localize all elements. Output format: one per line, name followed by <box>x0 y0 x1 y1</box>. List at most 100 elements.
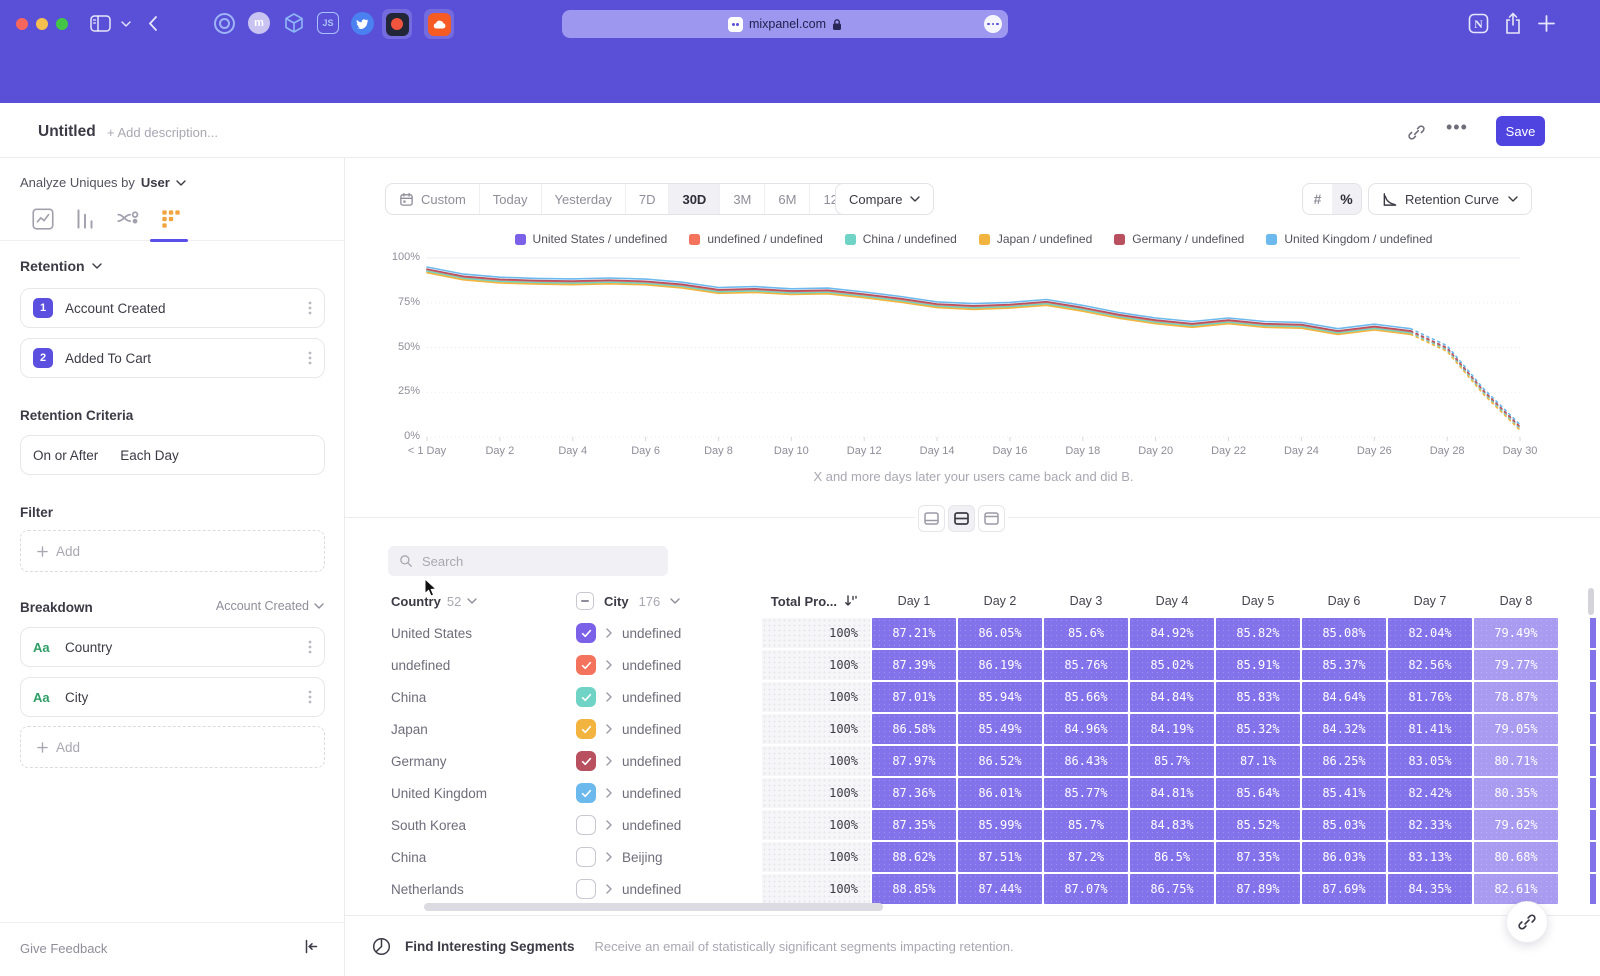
range-yesterday[interactable]: Yesterday <box>542 184 626 214</box>
kebab-menu-icon[interactable] <box>308 301 312 315</box>
total-column-header[interactable]: Total Pro... <box>762 586 870 616</box>
day-column-header[interactable]: Day 8 <box>1474 594 1558 608</box>
city-cell[interactable]: undefined <box>622 882 681 897</box>
day-cell[interactable]: 82.42% <box>1388 778 1472 808</box>
chevron-right-icon[interactable] <box>606 724 612 734</box>
close-window-button[interactable] <box>16 18 28 30</box>
legend-item[interactable]: United Kingdom / undefined <box>1266 232 1432 246</box>
day-cell[interactable]: 85.03% <box>1302 810 1386 840</box>
day-cell[interactable]: 85.77% <box>1044 778 1128 808</box>
country-cell[interactable]: United States <box>370 626 560 641</box>
day-cell[interactable]: 87.07% <box>1044 874 1128 904</box>
day-cell[interactable]: 87.44% <box>958 874 1042 904</box>
legend-item[interactable]: undefined / undefined <box>689 232 822 246</box>
day-cell[interactable]: 85.49% <box>958 714 1042 744</box>
retention-criteria-card[interactable]: On or After Each Day <box>20 435 325 475</box>
segment-checkbox[interactable] <box>576 847 596 867</box>
day-cell[interactable]: 85.83% <box>1216 682 1300 712</box>
day-cell[interactable]: 85.64% <box>1216 778 1300 808</box>
day-cell[interactable]: 83.13% <box>1388 842 1472 872</box>
segment-checkbox[interactable] <box>576 751 596 771</box>
day-cell[interactable]: 85.32% <box>1216 714 1300 744</box>
retention-section-header[interactable]: Retention <box>20 258 102 274</box>
kebab-menu-icon[interactable] <box>308 690 312 704</box>
day-cell[interactable]: 86.52% <box>958 746 1042 776</box>
day-cell[interactable]: 80.35% <box>1474 778 1558 808</box>
day-cell[interactable]: 84.83% <box>1130 810 1214 840</box>
breakdown-card-country[interactable]: Aa Country <box>20 627 325 667</box>
tab-insights-icon[interactable] <box>30 206 56 232</box>
day-cell[interactable]: 86.25% <box>1302 746 1386 776</box>
report-description-placeholder[interactable]: + Add description... <box>107 125 218 140</box>
day-cell[interactable]: 86.43% <box>1044 746 1128 776</box>
city-cell[interactable]: undefined <box>622 658 681 673</box>
day-cell[interactable]: 86.03% <box>1302 842 1386 872</box>
city-cell[interactable]: Beijing <box>622 850 663 865</box>
segment-checkbox[interactable] <box>576 623 596 643</box>
chevron-right-icon[interactable] <box>606 788 612 798</box>
country-cell[interactable]: Japan <box>370 722 560 737</box>
chevron-right-icon[interactable] <box>606 884 612 894</box>
day-cell[interactable]: 87.35% <box>1216 842 1300 872</box>
city-cell[interactable]: undefined <box>622 754 681 769</box>
day-cell[interactable]: 82.33% <box>1388 810 1472 840</box>
new-tab-icon[interactable] <box>1537 14 1556 33</box>
zoom-window-button[interactable] <box>56 18 68 30</box>
day-cell[interactable]: 82.56% <box>1388 650 1472 680</box>
day-cell[interactable]: 79.49% <box>1474 618 1558 648</box>
country-column-header[interactable]: Country52 <box>370 594 560 609</box>
day-cell[interactable]: 88.62% <box>872 842 956 872</box>
table-search-input[interactable] <box>422 554 642 569</box>
table-search[interactable] <box>388 546 668 576</box>
day-cell[interactable]: 87.36% <box>872 778 956 808</box>
day-cell[interactable]: 81.76% <box>1388 682 1472 712</box>
day-cell[interactable]: 86.5% <box>1130 842 1214 872</box>
sidebar-toggle-icon[interactable] <box>90 15 111 32</box>
back-icon[interactable] <box>148 15 158 32</box>
add-filter-button[interactable]: Add <box>20 530 325 572</box>
day-cell[interactable]: 85.02% <box>1130 650 1214 680</box>
range-7d[interactable]: 7D <box>626 184 670 214</box>
absolute-numbers-toggle[interactable]: # <box>1303 184 1332 214</box>
day-cell[interactable]: 85.41% <box>1302 778 1386 808</box>
chevron-right-icon[interactable] <box>606 756 612 766</box>
red-dot-extension-icon[interactable] <box>382 9 412 39</box>
day-cell[interactable]: 86.01% <box>958 778 1042 808</box>
day-column-header[interactable]: Day 7 <box>1388 594 1472 608</box>
vertical-scrollbar[interactable] <box>1588 588 1594 615</box>
breakdown-property-name[interactable]: City <box>65 690 296 705</box>
copy-link-icon[interactable] <box>1408 124 1425 141</box>
legend-item[interactable]: China / undefined <box>845 232 957 246</box>
chevron-right-icon[interactable] <box>606 660 612 670</box>
analyze-entity-select[interactable]: User <box>141 175 170 190</box>
day-cell[interactable]: 87.1% <box>1216 746 1300 776</box>
day-cell[interactable]: 80.71% <box>1474 746 1558 776</box>
kebab-menu-icon[interactable] <box>308 640 312 654</box>
day-cell[interactable]: 85.76% <box>1044 650 1128 680</box>
range-3m[interactable]: 3M <box>720 184 765 214</box>
day-cell[interactable]: 87.21% <box>872 618 956 648</box>
day-cell[interactable]: 79.62% <box>1474 810 1558 840</box>
day-cell[interactable]: 81.41% <box>1388 714 1472 744</box>
legend-item[interactable]: Germany / undefined <box>1114 232 1244 246</box>
address-options-icon[interactable] <box>984 15 1002 33</box>
range-today[interactable]: Today <box>480 184 542 214</box>
segment-checkbox[interactable] <box>576 687 596 707</box>
kebab-menu-icon[interactable] <box>308 351 312 365</box>
chart-only-view-button[interactable] <box>918 505 945 532</box>
cube-extension-icon[interactable] <box>283 12 305 35</box>
breakdown-card-city[interactable]: Aa City <box>20 677 325 717</box>
day-cell[interactable]: 79.05% <box>1474 714 1558 744</box>
city-column-header[interactable]: City176 <box>562 592 760 610</box>
step-event-name[interactable]: Account Created <box>65 301 296 316</box>
split-view-button[interactable] <box>948 505 975 532</box>
country-cell[interactable]: China <box>370 850 560 865</box>
day-cell[interactable]: 85.7% <box>1130 746 1214 776</box>
segment-checkbox[interactable] <box>576 879 596 899</box>
day-cell[interactable]: 84.35% <box>1388 874 1472 904</box>
day-cell[interactable]: 80.68% <box>1474 842 1558 872</box>
tab-funnels-icon[interactable] <box>72 206 98 232</box>
day-cell[interactable]: 85.91% <box>1216 650 1300 680</box>
country-cell[interactable]: South Korea <box>370 818 560 833</box>
day-cell[interactable]: 85.7% <box>1044 810 1128 840</box>
